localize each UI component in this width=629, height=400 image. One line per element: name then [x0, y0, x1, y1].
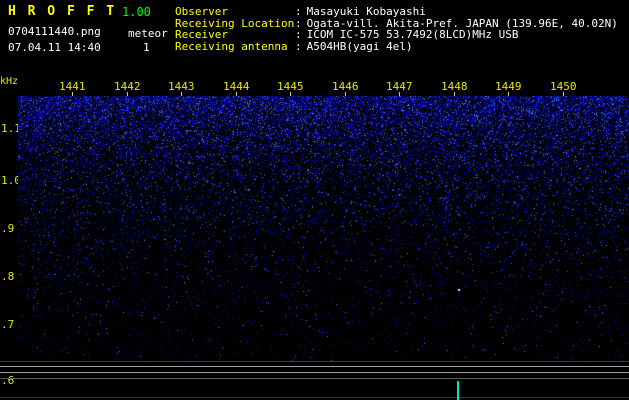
info-label: Observer — [175, 5, 228, 18]
level-line — [0, 372, 629, 373]
datetime-label: 07.04.11 14:40 — [8, 41, 101, 54]
level-line — [0, 378, 629, 379]
info-separator: : — [295, 5, 302, 18]
info-row-observer: Observer : Masayuki Kobayashi — [175, 6, 629, 18]
app-version: 1.00 — [122, 5, 151, 19]
signal-spike — [457, 381, 459, 400]
spectrogram-canvas — [18, 96, 629, 362]
info-label: Receiving antenna — [175, 39, 288, 53]
level-line — [0, 397, 629, 398]
info-value: Masayuki Kobayashi — [306, 5, 426, 18]
y-tick-label: .6 — [1, 374, 15, 387]
info-value: A504HB(yagi 4el) — [306, 39, 413, 53]
level-line — [0, 366, 629, 367]
y-tick-label: 1.0 — [1, 174, 21, 187]
app-title: H R O F F T — [8, 4, 117, 19]
hrofft-app: H R O F F T 1.00 0704111440.png meteor 0… — [0, 0, 629, 400]
y-tick-label: .9 — [1, 222, 15, 235]
level-line — [0, 361, 629, 362]
station-info: Observer : Masayuki Kobayashi Receiving … — [175, 6, 629, 52]
info-row-antenna: Receiving antenna : A504HB(yagi 4el) — [175, 41, 629, 53]
info-separator: : — [295, 39, 302, 53]
y-tick-label: .7 — [1, 318, 15, 331]
output-filename: 0704111440.png — [8, 25, 101, 38]
y-tick-label: .8 — [1, 270, 15, 283]
sequence-number: 1 — [143, 41, 150, 54]
y-tick-label: 1.1 — [1, 122, 21, 135]
mode-label: meteor — [128, 27, 168, 40]
y-axis-unit: kHz — [0, 76, 19, 87]
